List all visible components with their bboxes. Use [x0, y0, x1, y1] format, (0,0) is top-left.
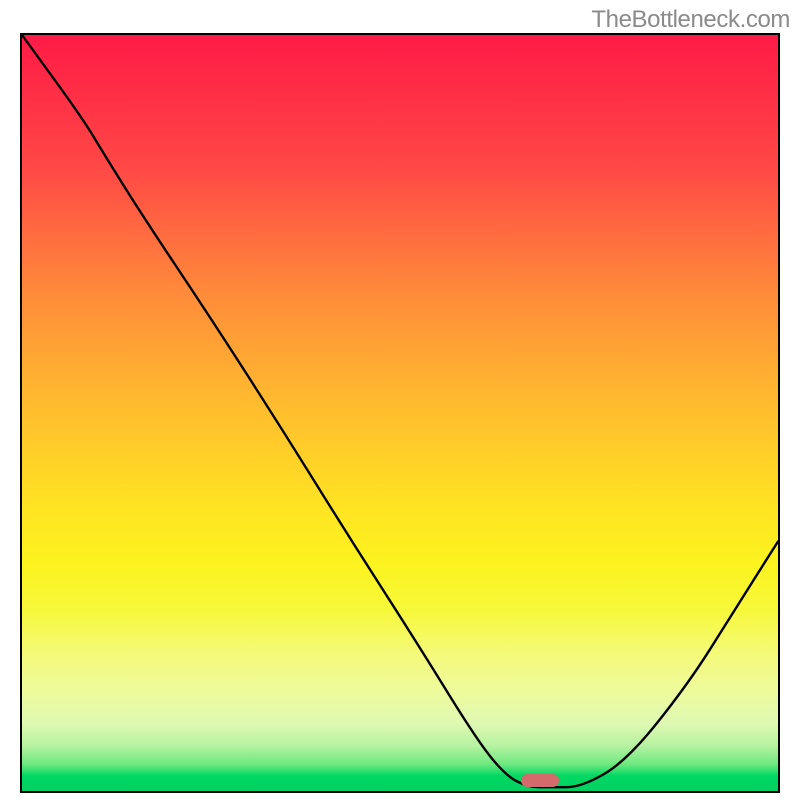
watermark-text: TheBottleneck.com: [591, 6, 790, 34]
bottleneck-curve: [22, 35, 778, 787]
plot-frame: [20, 33, 780, 793]
curve-layer: [22, 35, 778, 791]
chart-canvas: TheBottleneck.com: [0, 0, 800, 800]
optimal-marker: [521, 774, 559, 787]
